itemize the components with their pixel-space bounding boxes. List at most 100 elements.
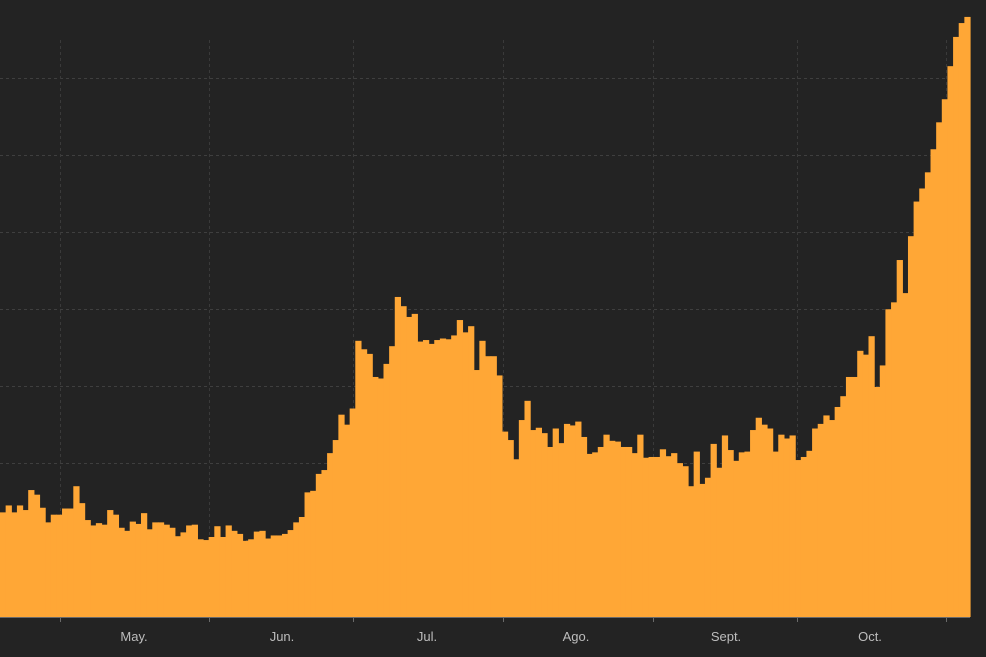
bar-69 xyxy=(383,363,390,617)
bar-12 xyxy=(62,508,69,617)
bar-64 xyxy=(355,340,362,617)
bar-170 xyxy=(953,36,960,618)
x-tick-label-4: Jul. xyxy=(417,629,437,644)
x-tick-label-5: Ago. xyxy=(563,629,590,644)
bar-49 xyxy=(270,535,277,617)
bar-124 xyxy=(693,451,700,617)
x-tick-label-3: Jun. xyxy=(270,629,295,644)
bar-52 xyxy=(287,530,294,617)
bar-111 xyxy=(620,446,627,617)
bar-146 xyxy=(817,423,824,617)
bar-126 xyxy=(704,477,712,617)
bar-5 xyxy=(22,510,29,617)
bar-102 xyxy=(569,425,576,617)
bar-51 xyxy=(281,533,289,617)
bar-92 xyxy=(513,459,520,617)
bar-41 xyxy=(225,525,232,617)
bar-70 xyxy=(389,346,396,617)
bar-137 xyxy=(766,428,774,617)
bar-45 xyxy=(248,539,255,617)
bar-11 xyxy=(56,514,63,617)
bar-17 xyxy=(90,525,97,617)
bar-1 xyxy=(0,512,7,617)
bar-84 xyxy=(468,326,475,617)
bar-16 xyxy=(84,520,91,617)
bar-23 xyxy=(124,530,131,617)
bar-153 xyxy=(857,350,864,617)
bar-50 xyxy=(276,535,283,617)
bar-134 xyxy=(750,430,757,617)
bar-129 xyxy=(721,435,729,617)
bar-63 xyxy=(349,408,356,617)
bar-103 xyxy=(575,421,582,617)
bar-167 xyxy=(936,122,943,617)
x-axis: Abr.May.Jun.Jul.Ago.Sept.Oct. xyxy=(0,617,970,644)
bar-115 xyxy=(642,457,650,617)
bar-168 xyxy=(941,99,949,618)
bar-58 xyxy=(321,470,328,617)
bar-110 xyxy=(614,441,621,617)
bar-3 xyxy=(11,512,18,617)
bar-44 xyxy=(242,540,249,617)
bar-71 xyxy=(394,296,402,617)
bar-112 xyxy=(625,446,633,617)
bar-33 xyxy=(180,532,187,617)
bar-29 xyxy=(157,522,165,617)
bar-136 xyxy=(761,424,768,617)
bar-125 xyxy=(699,483,706,617)
x-tick-label-6: Sept. xyxy=(711,629,741,644)
series-area xyxy=(0,16,971,618)
bar-96 xyxy=(535,427,542,617)
bar-43 xyxy=(236,533,244,617)
bar-28 xyxy=(152,522,159,617)
bar-109 xyxy=(609,440,616,617)
bar-38 xyxy=(208,536,215,617)
bar-156 xyxy=(874,386,881,617)
bar-8 xyxy=(39,507,46,617)
bar-151 xyxy=(845,376,853,617)
bar-95 xyxy=(530,430,537,617)
bar-121 xyxy=(676,463,683,617)
bar-118 xyxy=(659,449,667,617)
bar-40 xyxy=(219,536,227,617)
bar-86 xyxy=(479,340,486,617)
bar-120 xyxy=(671,453,678,617)
bar-165 xyxy=(924,172,932,617)
bar-143 xyxy=(800,456,808,617)
bar-65 xyxy=(360,349,368,617)
bar-75 xyxy=(417,341,424,617)
bar-128 xyxy=(716,467,723,617)
bar-39 xyxy=(214,526,221,617)
bar-46 xyxy=(253,531,261,617)
bar-142 xyxy=(795,460,802,617)
bar-172 xyxy=(964,16,971,618)
bar-113 xyxy=(631,453,638,617)
bar-30 xyxy=(163,524,170,617)
bar-100 xyxy=(558,443,565,617)
bar-36 xyxy=(197,539,204,617)
bar-140 xyxy=(783,438,791,617)
x-tick-label-7: Oct. xyxy=(858,629,882,644)
bar-83 xyxy=(462,332,469,617)
bar-99 xyxy=(552,428,559,617)
bar-21 xyxy=(112,514,120,617)
bar-130 xyxy=(727,450,734,617)
bar-68 xyxy=(377,378,385,617)
bar-4 xyxy=(16,505,24,617)
bar-19 xyxy=(101,524,108,617)
bar-80 xyxy=(445,339,452,617)
x-tick-label-2: May. xyxy=(120,629,147,644)
bar-37 xyxy=(203,540,210,617)
bar-22 xyxy=(118,527,125,617)
bar-54 xyxy=(298,516,306,617)
bar-61 xyxy=(338,414,345,617)
bar-152 xyxy=(851,376,858,617)
bar-122 xyxy=(682,466,689,617)
bar-25 xyxy=(135,523,142,617)
bar-10 xyxy=(50,514,57,617)
bar-101 xyxy=(563,423,571,617)
bar-7 xyxy=(33,494,41,617)
bar-117 xyxy=(654,456,661,617)
bar-145 xyxy=(812,428,819,617)
bar-74 xyxy=(411,313,418,617)
